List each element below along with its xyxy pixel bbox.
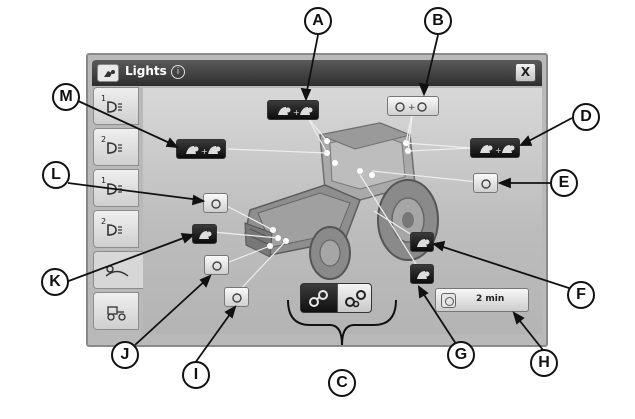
callout-l: L xyxy=(42,161,70,189)
callout-d: D xyxy=(572,103,600,131)
callout-f: F xyxy=(567,281,595,309)
callout-a: A xyxy=(304,7,332,35)
callout-c: C xyxy=(328,369,356,397)
callout-e: E xyxy=(550,169,578,197)
callout-b: B xyxy=(424,7,452,35)
callout-k: K xyxy=(41,268,69,296)
callout-i: I xyxy=(182,361,210,389)
screenshot-stage: Lights i X 1 2 1 2 + + + + 2 min A B C D… xyxy=(0,0,635,419)
callout-m: M xyxy=(52,83,80,111)
callout-h: H xyxy=(530,349,558,377)
callout-g: G xyxy=(447,341,475,369)
callout-j: J xyxy=(111,341,139,369)
